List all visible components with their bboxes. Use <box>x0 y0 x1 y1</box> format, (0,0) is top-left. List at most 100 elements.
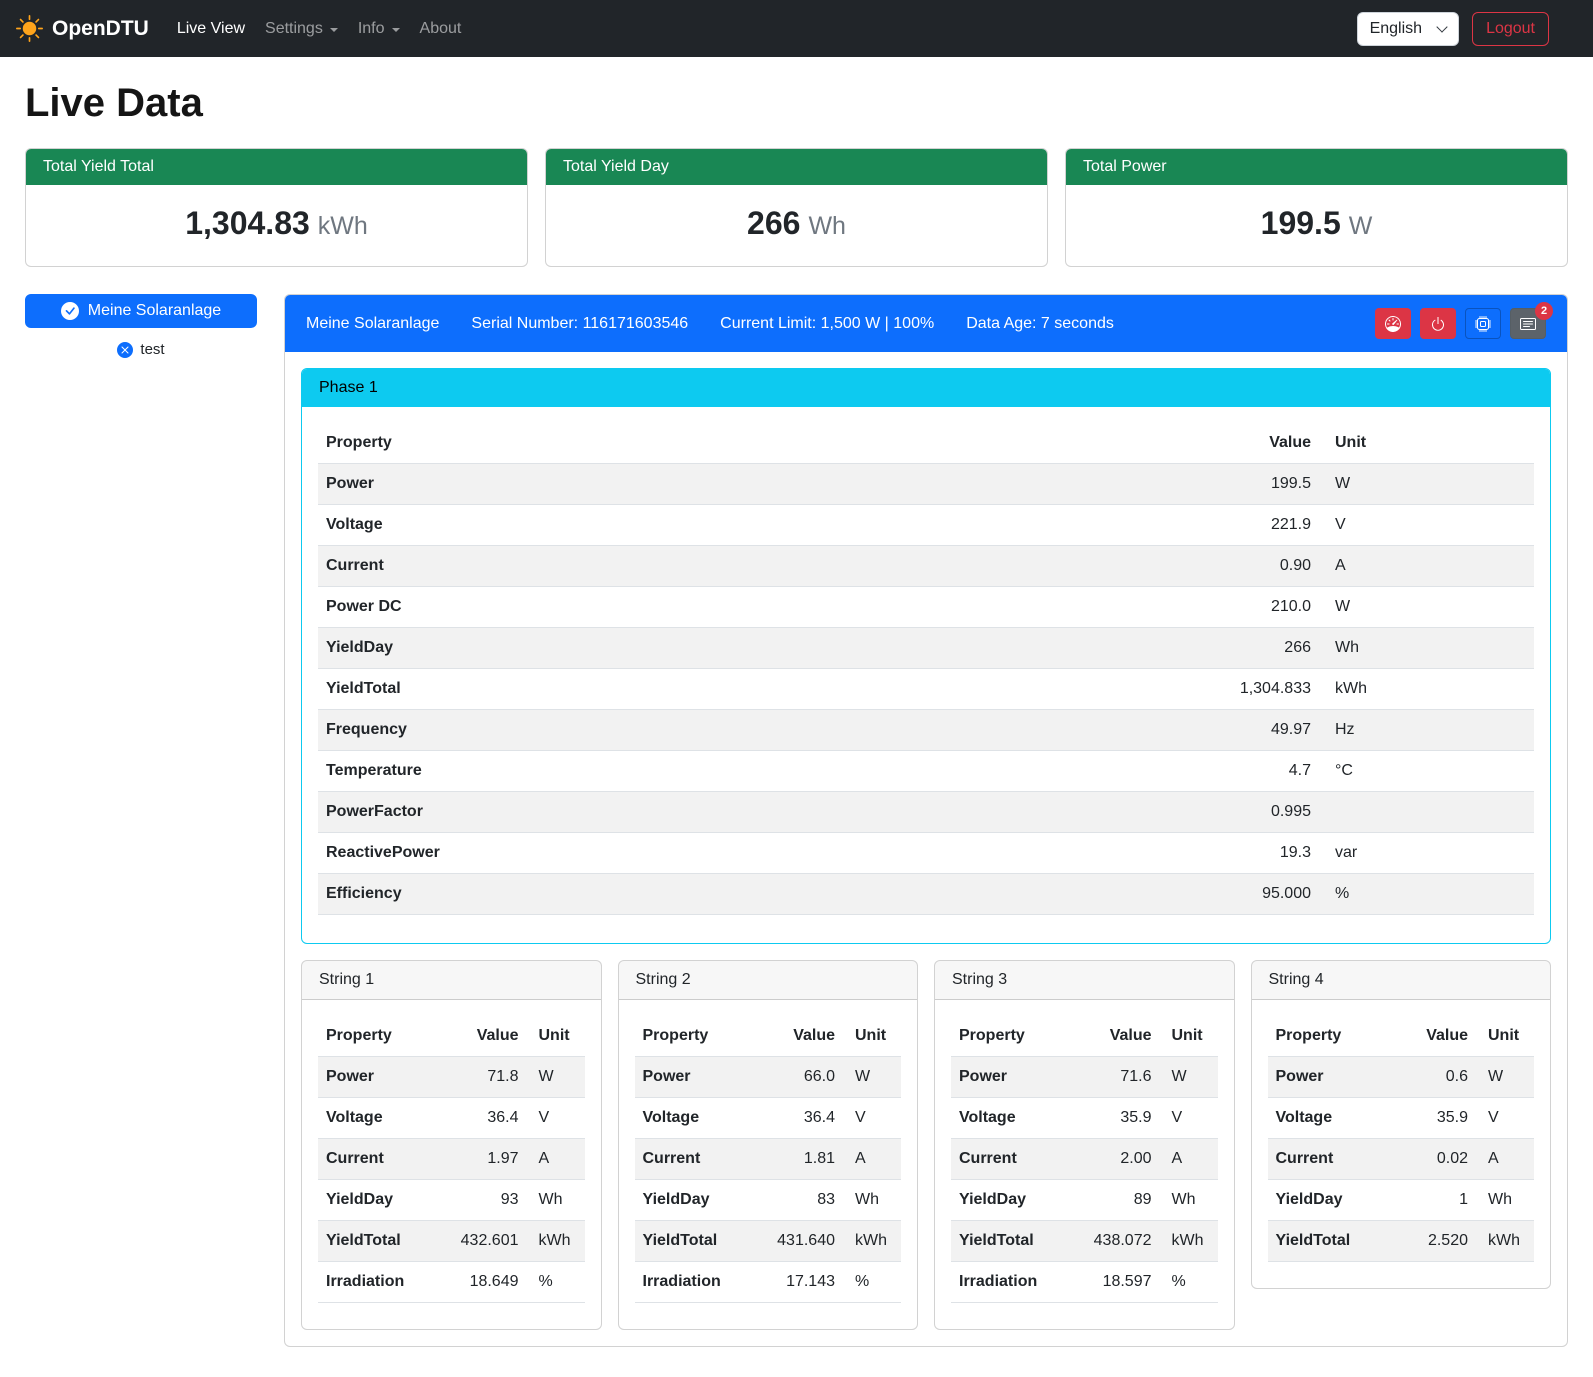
string-card-title: String 1 <box>302 961 601 1000</box>
table-row: YieldTotal 1,304.833 kWh <box>318 669 1534 710</box>
row-unit: V <box>527 1098 585 1139</box>
nav-info[interactable]: Info <box>348 12 410 46</box>
table-row: YieldTotal 431.640 kWh <box>635 1221 902 1262</box>
row-unit: A <box>1160 1139 1218 1180</box>
logout-button[interactable]: Logout <box>1472 12 1549 46</box>
table-row: Voltage 221.9 V <box>318 505 1534 546</box>
row-unit: % <box>1319 874 1534 915</box>
row-property: YieldTotal <box>318 669 1189 710</box>
nav-settings[interactable]: Settings <box>255 12 348 46</box>
row-property: Efficiency <box>318 874 1189 915</box>
nav-about[interactable]: About <box>410 12 472 46</box>
row-property: YieldDay <box>1268 1180 1385 1221</box>
language-value: English <box>1370 20 1422 38</box>
row-value: 0.995 <box>1189 792 1319 833</box>
row-property: Irradiation <box>951 1262 1068 1303</box>
table-row: YieldTotal 2.520 kWh <box>1268 1221 1535 1262</box>
page-content: Live Data Total Yield Total 1,304.83kWh … <box>0 57 1593 1377</box>
row-unit: kWh <box>1319 669 1534 710</box>
table-row: Efficiency 95.000 % <box>318 874 1534 915</box>
nav-live-view[interactable]: Live View <box>167 12 255 46</box>
event-log-button[interactable]: 2 <box>1510 308 1546 339</box>
row-value: 49.97 <box>1189 710 1319 751</box>
row-value: 35.9 <box>1068 1098 1160 1139</box>
phase-panel: Phase 1 Property Value Unit <box>301 368 1551 944</box>
row-unit: Hz <box>1319 710 1534 751</box>
column-unit: Unit <box>843 1016 901 1057</box>
inverter-item-test[interactable]: test <box>25 341 257 358</box>
power-settings-button[interactable] <box>1420 308 1456 339</box>
table-header-row: Property Value Unit <box>635 1016 902 1057</box>
string-table: Property Value Unit Power <box>951 1016 1218 1303</box>
table-row: Power 71.6 W <box>951 1057 1218 1098</box>
row-value: 35.9 <box>1384 1098 1476 1139</box>
row-unit: kWh <box>527 1221 585 1262</box>
table-row: YieldDay 89 Wh <box>951 1180 1218 1221</box>
limit-settings-button[interactable] <box>1375 308 1411 339</box>
string-card-3: String 3 Property Value Unit <box>934 960 1235 1330</box>
table-row: Power 0.6 W <box>1268 1057 1535 1098</box>
row-value: 1.97 <box>435 1139 527 1180</box>
nav-settings-label: Settings <box>265 20 323 38</box>
row-property: YieldTotal <box>951 1221 1068 1262</box>
row-value: 0.6 <box>1384 1057 1476 1098</box>
column-unit: Unit <box>1160 1016 1218 1057</box>
navbar: OpenDTU Live View Settings Info About En… <box>0 0 1593 57</box>
table-row: ReactivePower 19.3 var <box>318 833 1534 874</box>
row-property: YieldDay <box>318 1180 435 1221</box>
device-info-button[interactable] <box>1465 308 1501 339</box>
events-count-badge: 2 <box>1535 302 1553 320</box>
phase-panel-body: Property Value Unit Power <box>302 407 1550 943</box>
table-row: Frequency 49.97 Hz <box>318 710 1534 751</box>
row-property: Current <box>318 546 1189 587</box>
row-property: Temperature <box>318 751 1189 792</box>
row-property: YieldDay <box>635 1180 752 1221</box>
row-value: 0.02 <box>1384 1139 1476 1180</box>
row-property: Current <box>1268 1139 1385 1180</box>
cpu-icon <box>1475 316 1491 332</box>
summary-card: Total Power 199.5W <box>1065 148 1568 267</box>
column-property: Property <box>951 1016 1068 1057</box>
table-row: Voltage 35.9 V <box>1268 1098 1535 1139</box>
table-row: Irradiation 17.143 % <box>635 1262 902 1303</box>
table-header-row: Property Value Unit <box>318 423 1534 464</box>
table-row: YieldTotal 438.072 kWh <box>951 1221 1218 1262</box>
row-unit: % <box>843 1262 901 1303</box>
brand-link[interactable]: OpenDTU <box>16 15 149 42</box>
row-value: 71.8 <box>435 1057 527 1098</box>
table-row: Power DC 210.0 W <box>318 587 1534 628</box>
row-unit: Wh <box>1319 628 1534 669</box>
summary-cards: Total Yield Total 1,304.83kWh Total Yiel… <box>25 148 1568 267</box>
row-unit: V <box>1319 505 1534 546</box>
table-row: Temperature 4.7 °C <box>318 751 1534 792</box>
row-property: YieldTotal <box>635 1221 752 1262</box>
row-value: 36.4 <box>435 1098 527 1139</box>
row-value: 2.520 <box>1384 1221 1476 1262</box>
row-unit: V <box>843 1098 901 1139</box>
inverter-serial: Serial Number: 116171603546 <box>471 315 688 333</box>
row-property: ReactivePower <box>318 833 1189 874</box>
inverter-select-button[interactable]: Meine Solaranlage <box>25 294 257 328</box>
inverter-limit: Current Limit: 1,500 W | 100% <box>720 315 934 333</box>
summary-card: Total Yield Total 1,304.83kWh <box>25 148 528 267</box>
row-property: Voltage <box>318 505 1189 546</box>
row-unit: Wh <box>527 1180 585 1221</box>
chevron-down-icon <box>1436 21 1447 32</box>
row-property: YieldDay <box>951 1180 1068 1221</box>
nav-info-label: Info <box>358 20 385 38</box>
row-unit: A <box>843 1139 901 1180</box>
column-value: Value <box>751 1016 843 1057</box>
column-property: Property <box>318 1016 435 1057</box>
row-value: 2.00 <box>1068 1139 1160 1180</box>
column-value: Value <box>435 1016 527 1057</box>
string-card-2: String 2 Property Value Unit <box>618 960 919 1330</box>
inverter-name: Meine Solaranlage <box>306 315 439 333</box>
row-value: 36.4 <box>751 1098 843 1139</box>
inverter-card-header: Meine Solaranlage Serial Number: 1161716… <box>285 295 1567 352</box>
language-select[interactable]: English <box>1357 12 1459 46</box>
row-value: 221.9 <box>1189 505 1319 546</box>
table-header-row: Property Value Unit <box>1268 1016 1535 1057</box>
column-value: Value <box>1068 1016 1160 1057</box>
row-property: Power <box>1268 1057 1385 1098</box>
row-unit: V <box>1160 1098 1218 1139</box>
